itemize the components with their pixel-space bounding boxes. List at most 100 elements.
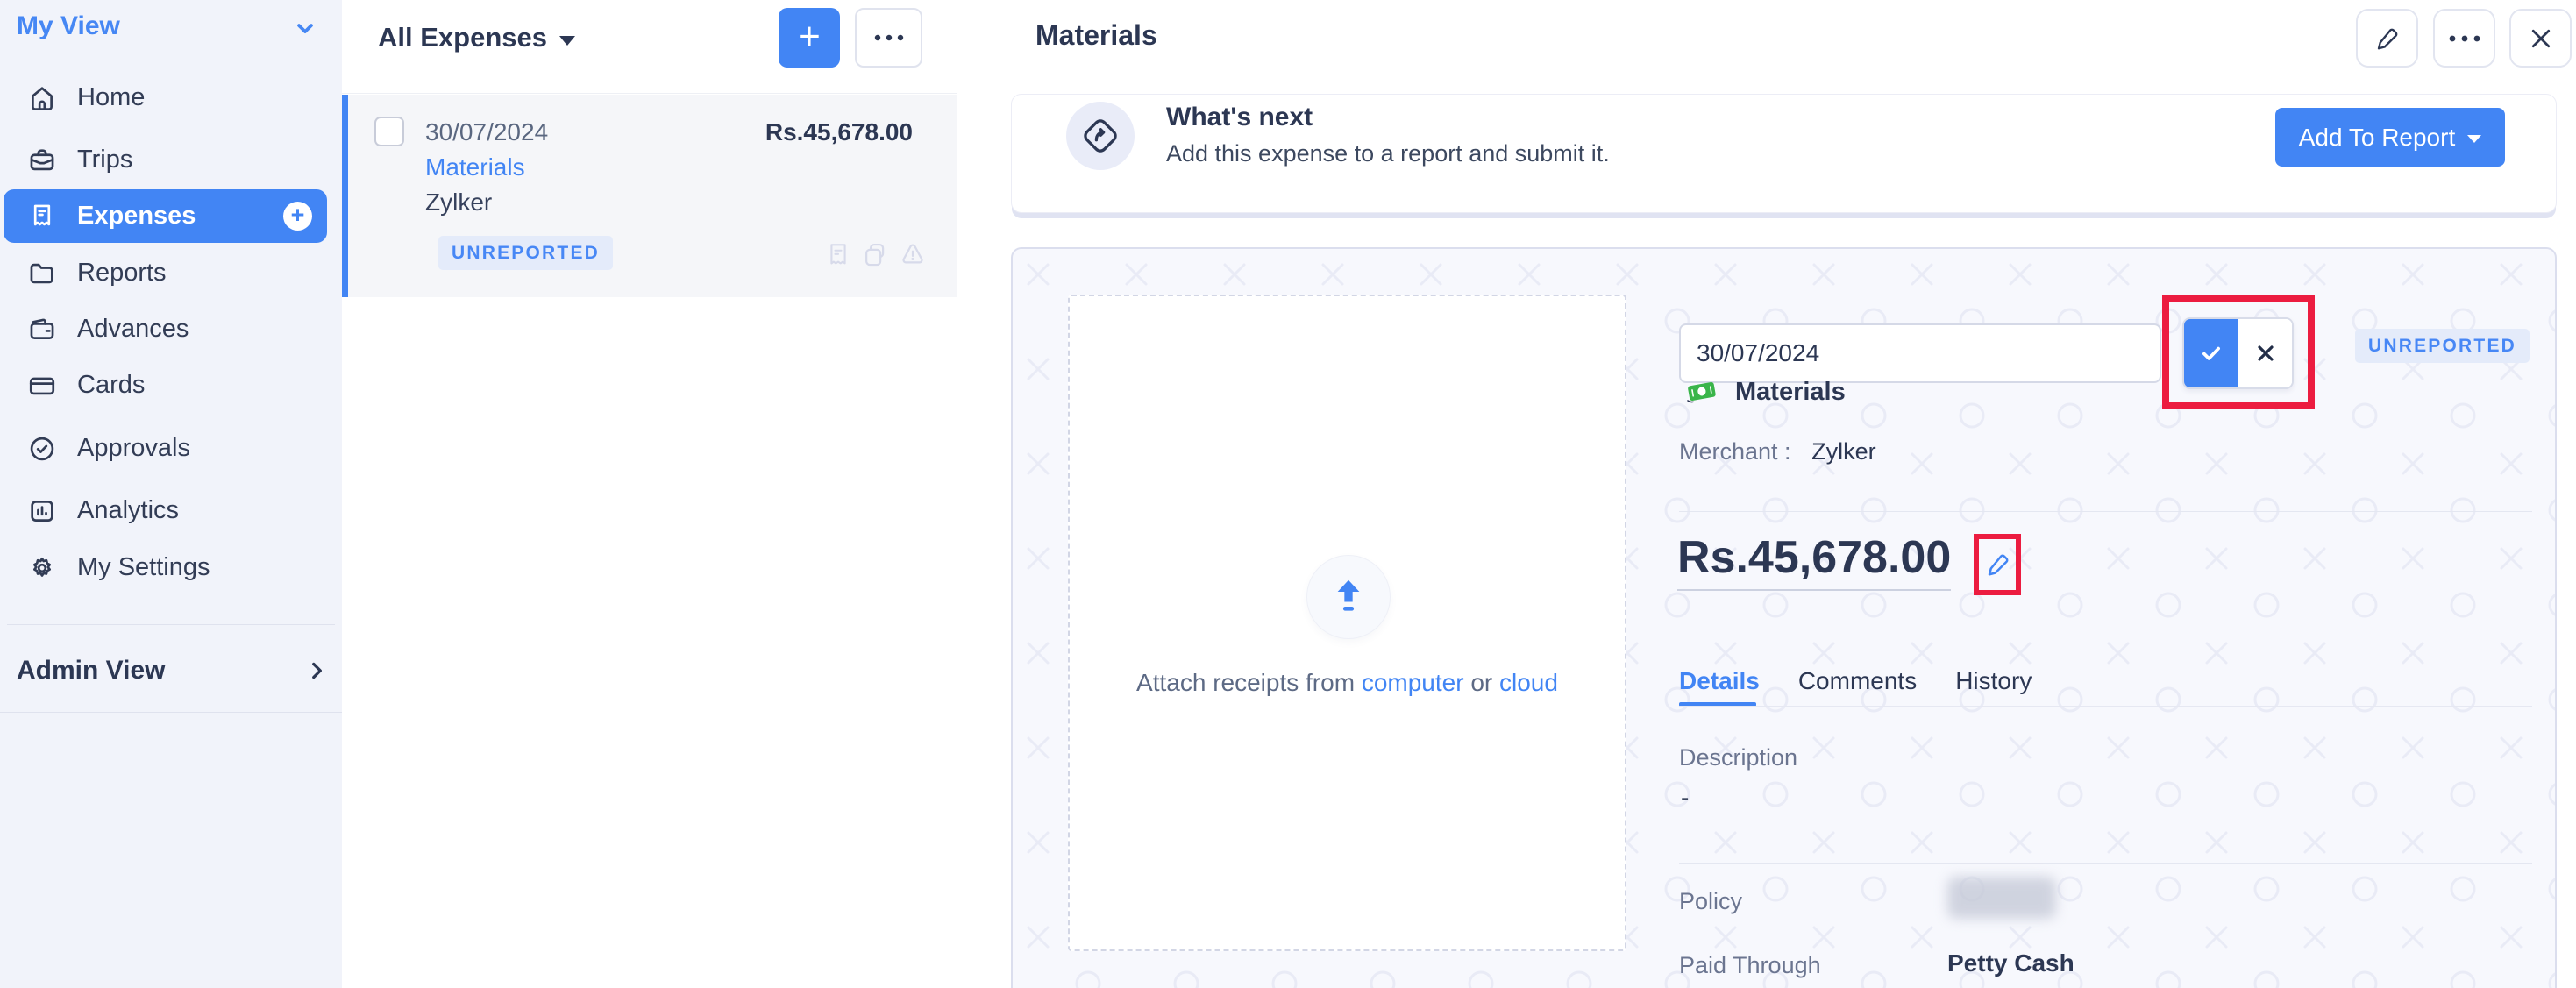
category-row: Materials xyxy=(1684,377,1846,407)
sidebar-item-label: Cards xyxy=(77,371,145,400)
whats-next-icon-circle xyxy=(1066,102,1135,170)
x-icon xyxy=(2255,343,2276,364)
credit-card-icon xyxy=(26,370,58,402)
confirm-date-button[interactable] xyxy=(2184,319,2238,387)
check-icon xyxy=(2200,342,2223,365)
date-confirm-group xyxy=(2182,317,2294,389)
upload-arrow-icon xyxy=(1331,578,1366,616)
sidebar-item-trips[interactable]: Trips xyxy=(4,133,327,187)
sidebar-item-label: Trips xyxy=(77,146,132,174)
sidebar-item-cards[interactable]: Cards xyxy=(4,359,327,412)
expense-checkbox[interactable] xyxy=(374,117,404,146)
edit-expense-button[interactable] xyxy=(2356,9,2418,68)
expense-amount: Rs.45,678.00 xyxy=(765,118,913,146)
sidebar-item-label: My Settings xyxy=(77,553,210,582)
sidebar-item-home[interactable]: Home xyxy=(4,71,327,124)
merchant-label: Merchant : xyxy=(1679,438,1791,465)
status-badge: UNREPORTED xyxy=(438,236,613,270)
admin-view-label: Admin View xyxy=(17,656,165,686)
sidebar-item-admin-view[interactable]: Admin View xyxy=(0,650,342,693)
divider xyxy=(1679,863,2532,864)
triangle-down-icon xyxy=(2467,135,2481,143)
edit-amount-button[interactable] xyxy=(1981,542,2016,587)
attach-computer-link[interactable]: computer xyxy=(1362,669,1464,696)
list-filter-label: All Expenses xyxy=(378,22,547,53)
divider xyxy=(1679,511,2532,512)
sidebar-item-label: Home xyxy=(77,83,145,112)
close-detail-button[interactable] xyxy=(2509,9,2572,68)
expense-list-item[interactable]: 30/07/2024 Rs.45,678.00 Materials Zylker… xyxy=(342,95,957,297)
selected-indicator xyxy=(342,95,348,297)
expense-amount-display: Rs.45,678.00 xyxy=(1677,531,1951,584)
pencil-icon xyxy=(2374,25,2401,52)
whats-next-title: What's next xyxy=(1166,103,1313,132)
expense-list-panel: All Expenses + 30/07/2024 Rs.45,678.00 M… xyxy=(342,0,957,988)
sidebar-item-reports[interactable]: Reports xyxy=(4,246,327,300)
expense-item-icons xyxy=(826,241,926,269)
receipt-missing-icon xyxy=(826,241,850,269)
money-icon xyxy=(1684,377,1719,407)
sidebar-item-label: Advances xyxy=(77,315,189,344)
merchant-row: Merchant : Zylker xyxy=(1679,438,1876,466)
app-window: My View Home Trips Expenses + xyxy=(0,0,2576,988)
description-value: - xyxy=(1681,784,1689,812)
bar-chart-icon xyxy=(26,495,58,527)
receipt-icon xyxy=(26,201,58,232)
sidebar-item-expenses[interactable]: Expenses + xyxy=(4,189,327,243)
add-to-report-button[interactable]: Add To Report xyxy=(2275,108,2505,167)
page-title: Materials xyxy=(1035,19,1157,52)
cancel-date-button[interactable] xyxy=(2238,319,2292,387)
category-name: Materials xyxy=(1735,378,1846,407)
expense-date: 30/07/2024 xyxy=(425,118,548,146)
detail-panel: Materials What's next Add this exp xyxy=(957,0,2576,988)
date-input[interactable] xyxy=(1679,323,2161,383)
view-switcher[interactable]: My View xyxy=(17,11,120,41)
sidebar-item-label: Analytics xyxy=(77,496,179,525)
list-more-button[interactable] xyxy=(855,8,922,68)
ellipsis-icon xyxy=(2448,34,2481,43)
sidebar-item-my-settings[interactable]: My Settings xyxy=(4,541,327,594)
receipt-dropzone[interactable]: Attach receipts from computer or cloud xyxy=(1068,295,1626,951)
description-label: Description xyxy=(1679,744,1797,771)
sidebar-divider xyxy=(0,712,342,713)
attach-cloud-link[interactable]: cloud xyxy=(1499,669,1558,696)
sidebar-item-label: Expenses xyxy=(77,202,196,231)
sidebar-item-advances[interactable]: Advances xyxy=(4,302,327,356)
home-icon xyxy=(26,82,58,114)
pencil-icon xyxy=(1985,551,2011,578)
triangle-down-icon xyxy=(559,36,575,46)
signpost-arrow-icon xyxy=(1080,116,1121,156)
merchant-value: Zylker xyxy=(1811,438,1876,465)
list-header: All Expenses + xyxy=(342,0,957,94)
upload-circle[interactable] xyxy=(1307,556,1390,638)
gear-icon xyxy=(26,552,58,584)
check-circle-icon xyxy=(26,433,58,465)
expense-merchant: Zylker xyxy=(425,188,492,217)
wallet-icon xyxy=(26,314,58,345)
attach-hint-text: Attach receipts from xyxy=(1136,669,1355,696)
whats-next-subtitle: Add this expense to a report and submit … xyxy=(1166,140,1610,167)
ellipsis-icon xyxy=(873,33,905,42)
briefcase-icon xyxy=(26,145,58,176)
sidebar-divider xyxy=(7,624,335,625)
warning-triangle-icon xyxy=(900,241,926,269)
policy-label: Policy xyxy=(1679,888,1742,915)
view-switcher-label: My View xyxy=(17,11,120,40)
add-to-report-label: Add To Report xyxy=(2299,124,2456,152)
tabs-divider xyxy=(1679,706,2532,707)
new-expense-button[interactable]: + xyxy=(779,8,840,68)
sidebar-item-approvals[interactable]: Approvals xyxy=(4,422,327,475)
close-icon xyxy=(2528,25,2554,52)
expense-detail-card: Attach receipts from computer or cloud xyxy=(1011,247,2557,988)
list-filter-dropdown[interactable]: All Expenses xyxy=(378,22,575,53)
detail-more-button[interactable] xyxy=(2433,9,2495,68)
whats-next-card: What's next Add this expense to a report… xyxy=(1011,94,2557,213)
chevron-down-icon[interactable] xyxy=(293,16,317,40)
sidebar-item-analytics[interactable]: Analytics xyxy=(4,484,327,537)
chevron-right-icon xyxy=(305,659,328,682)
add-expense-icon[interactable]: + xyxy=(283,202,312,231)
status-badge: UNREPORTED xyxy=(2355,329,2530,363)
sidebar: My View Home Trips Expenses + xyxy=(0,0,342,988)
expense-category-link[interactable]: Materials xyxy=(425,153,525,181)
folder-icon xyxy=(26,258,58,289)
